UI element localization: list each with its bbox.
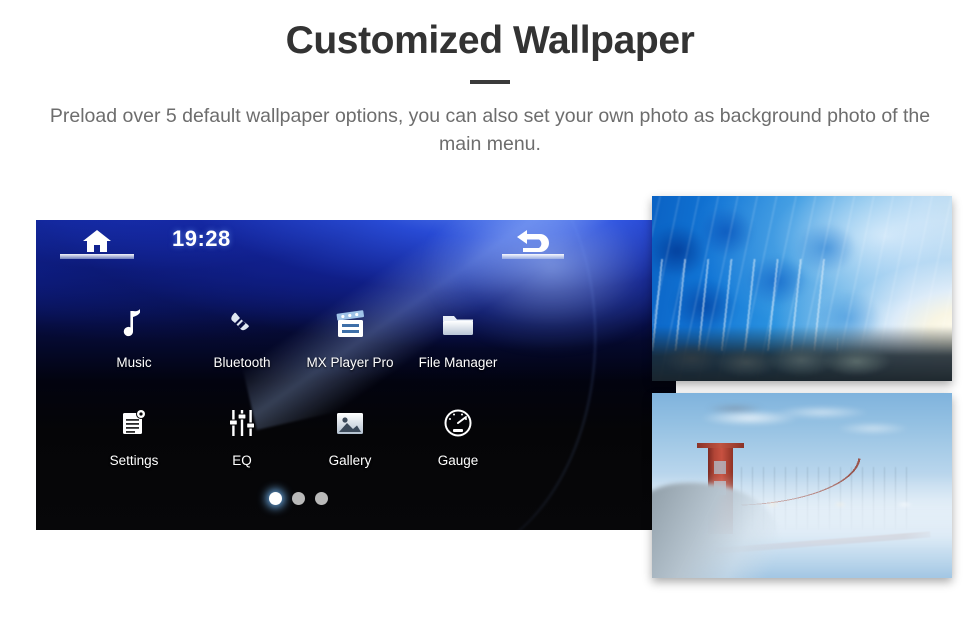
title-divider [470, 80, 510, 85]
app-item-settings[interactable]: Settings [80, 406, 188, 468]
clock-display: 19:28 [172, 226, 231, 251]
app-label: Gauge [437, 453, 479, 468]
status-bar: 19:28 [36, 220, 676, 268]
page-indicator [36, 492, 560, 505]
page-dot-1[interactable] [268, 492, 282, 505]
app-item-file-manager[interactable]: File Manager [404, 308, 512, 370]
back-arrow-icon [517, 230, 549, 252]
page-title: Customized Wallpaper [285, 19, 695, 62]
app-label: EQ [232, 453, 252, 468]
home-icon [83, 230, 111, 252]
golden-gate-image [652, 393, 952, 578]
photo-image-icon [334, 406, 366, 440]
app-item-gauge[interactable]: Gauge [404, 406, 512, 468]
equalizer-sliders-icon [227, 406, 257, 440]
clapperboard-icon [334, 308, 366, 342]
page-subtitle: Preload over 5 default wallpaper options… [49, 105, 931, 156]
back-button-underbar [502, 254, 564, 259]
home-button[interactable] [60, 223, 134, 259]
app-label: Music [116, 355, 152, 370]
page-dot-3[interactable] [314, 492, 328, 505]
app-label: File Manager [418, 355, 498, 370]
app-label: Bluetooth [213, 355, 271, 370]
wallpaper-thumbnail-golden-gate[interactable] [652, 393, 952, 578]
app-item-mx-player-pro[interactable]: MX Player Pro [296, 308, 404, 370]
app-label: Gallery [328, 453, 372, 468]
head-unit-screen: 19:28 Music Bluetooth MX Player Pro File… [36, 220, 676, 530]
music-note-icon [121, 308, 147, 342]
app-item-eq[interactable]: EQ [188, 406, 296, 468]
phone-handset-icon [227, 308, 257, 342]
app-label: Settings [109, 453, 159, 468]
bridge-tower-opening-upper [714, 460, 727, 475]
speedometer-icon [443, 406, 473, 440]
app-item-bluetooth[interactable]: Bluetooth [188, 308, 296, 370]
ice-cave-image [652, 196, 952, 381]
home-button-underbar [60, 254, 134, 259]
wallpaper-thumbnail-ice-cave[interactable] [652, 196, 952, 381]
app-row-1: Music Bluetooth MX Player Pro File Manag… [80, 308, 530, 370]
ice-cave-rocks [652, 325, 952, 381]
app-item-gallery[interactable]: Gallery [296, 406, 404, 468]
page-root: Customized Wallpaper Preload over 5 defa… [0, 0, 980, 634]
back-button[interactable] [502, 223, 564, 259]
settings-list-gear-icon [119, 406, 149, 440]
app-item-music[interactable]: Music [80, 308, 188, 370]
app-grid: Music Bluetooth MX Player Pro File Manag… [80, 308, 530, 468]
folder-icon [441, 308, 475, 342]
app-label: MX Player Pro [306, 355, 394, 370]
page-dot-2[interactable] [291, 492, 305, 505]
app-row-2: Settings EQ Gallery Gauge [80, 406, 530, 468]
page-header: Customized Wallpaper Preload over 5 defa… [0, 0, 980, 159]
